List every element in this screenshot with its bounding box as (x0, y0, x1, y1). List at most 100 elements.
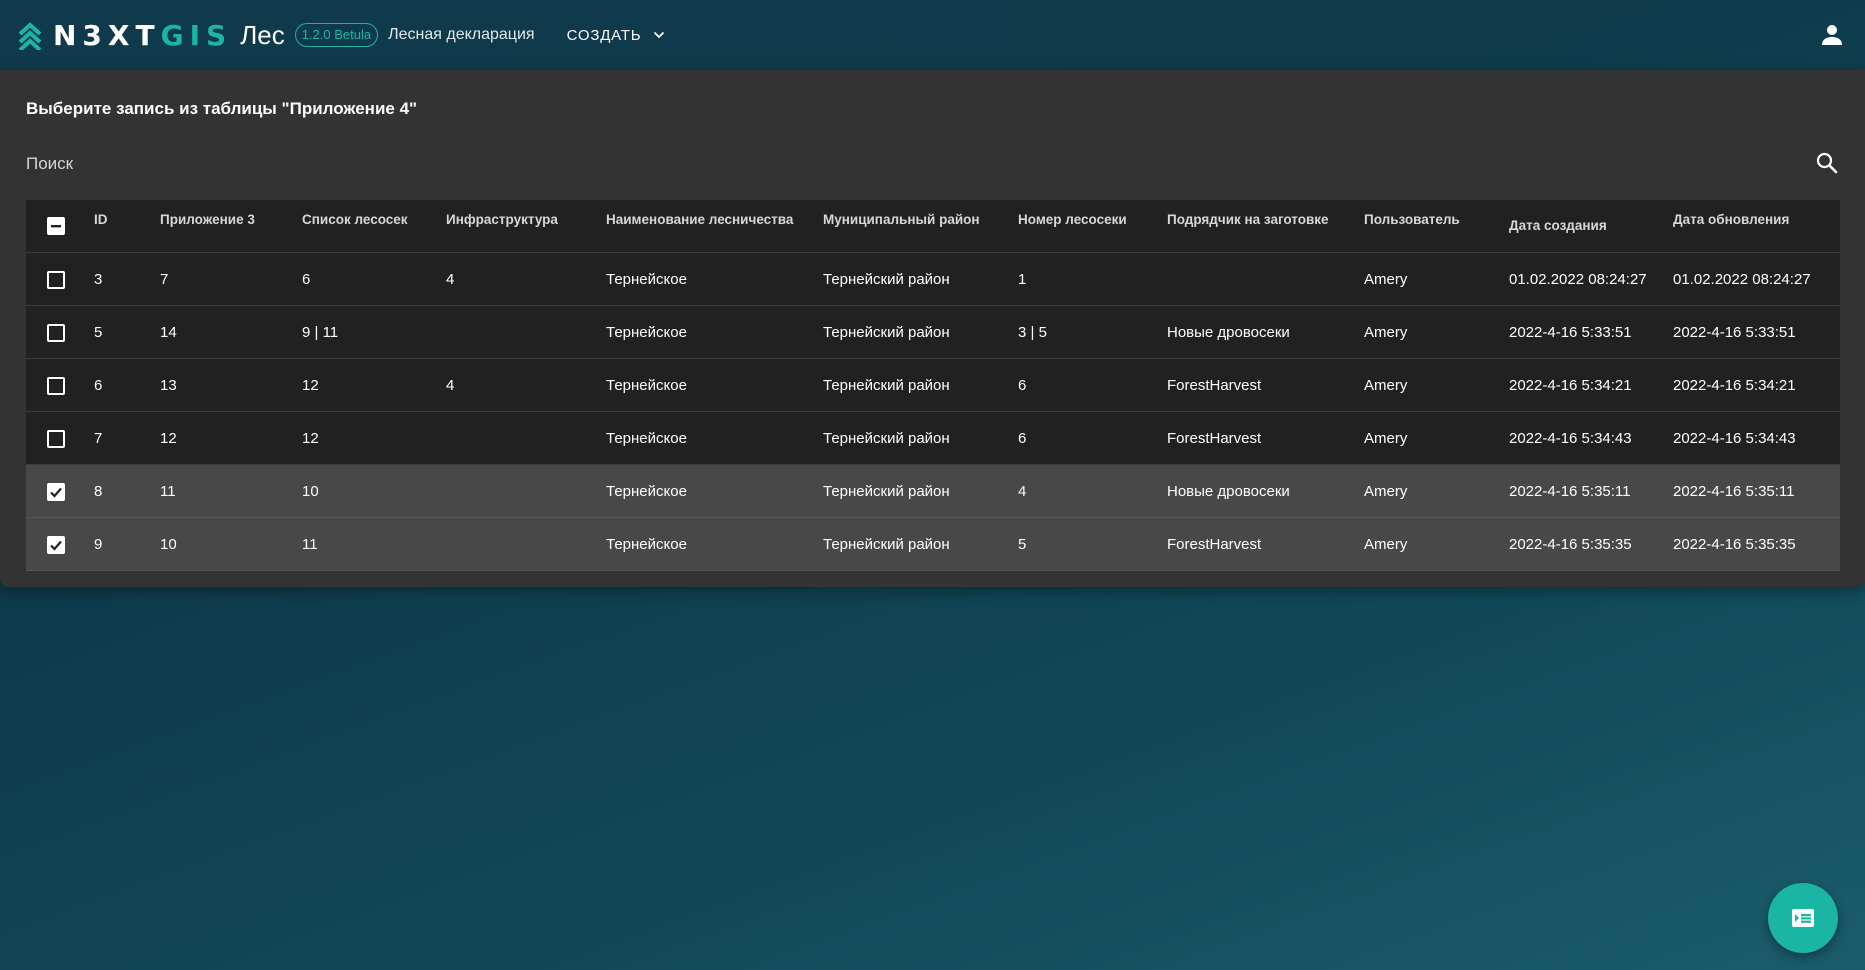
search-input[interactable] (26, 142, 1806, 186)
cell-forestry: Тернейское (598, 305, 815, 359)
cell-app3: 13 (152, 358, 294, 412)
cell-contractor: ForestHarvest (1159, 517, 1356, 571)
cell-infrastructure (438, 517, 598, 571)
cell-contractor: ForestHarvest (1159, 358, 1356, 412)
cell-plot-number: 6 (1010, 411, 1159, 465)
cell-updated: 2022-4-16 5:33:51 (1665, 305, 1840, 359)
nextgis-logo-icon (18, 22, 42, 50)
cell-created: 01.02.2022 08:24:27 (1501, 252, 1665, 306)
row-select-cell (26, 305, 86, 359)
table-header-row: ID Приложение 3 Список лесосек Инфрастру… (26, 200, 1840, 253)
select-record-fab[interactable] (1768, 883, 1838, 953)
check-icon (50, 540, 62, 551)
logo[interactable]: N3XTGIS (17, 0, 232, 70)
table-row[interactable]: 3 7 6 4 Тернейское Тернейский район 1 Amery 01.0… (26, 252, 1840, 306)
chevron-down-icon (654, 31, 665, 39)
version-badge: 1.2.0 Betula (294, 23, 379, 47)
column-header-plots[interactable]: Список лесосек (294, 200, 438, 253)
cell-forestry: Тернейское (598, 358, 815, 412)
cell-plots: 11 (294, 517, 438, 571)
create-menu-button[interactable]: СОЗДАТЬ (567, 27, 666, 44)
logo-wordmark: N3XTGIS (53, 19, 232, 52)
cell-district: Тернейский район (815, 517, 1010, 571)
cell-id: 3 (86, 252, 152, 306)
column-header-app3[interactable]: Приложение 3 (152, 200, 294, 253)
cell-district: Тернейский район (815, 358, 1010, 412)
cell-forestry: Тернейское (598, 252, 815, 306)
row-select-cell (26, 464, 86, 518)
cell-infrastructure: 4 (438, 252, 598, 306)
cell-user: Amery (1356, 252, 1501, 306)
column-header-created[interactable]: Дата создания (1501, 200, 1665, 253)
row-checkbox[interactable] (47, 482, 65, 501)
cell-infrastructure (438, 464, 598, 518)
cell-infrastructure (438, 411, 598, 465)
cell-id: 9 (86, 517, 152, 571)
form-select-icon (1792, 909, 1814, 927)
row-select-cell (26, 358, 86, 412)
cell-plots: 12 (294, 411, 438, 465)
row-checkbox[interactable] (47, 270, 65, 289)
table-row[interactable]: 5 14 9 | 11 Тернейское Тернейский район 3 | 5… (26, 305, 1840, 359)
column-header-user[interactable]: Пользователь (1356, 200, 1501, 253)
cell-user: Amery (1356, 464, 1501, 518)
table-row[interactable]: 6 13 12 4 Тернейское Тернейский район 6 ForestH… (26, 358, 1840, 412)
cell-forestry: Тернейское (598, 517, 815, 571)
cell-created: 2022-4-16 5:35:35 (1501, 517, 1665, 571)
record-select-panel: Выберите запись из таблицы "Приложение 4… (0, 70, 1865, 587)
cell-contractor: Новые дровосеки (1159, 305, 1356, 359)
cell-plots: 9 | 11 (294, 305, 438, 359)
cell-user: Amery (1356, 411, 1501, 465)
cell-infrastructure: 4 (438, 358, 598, 412)
cell-plots: 10 (294, 464, 438, 518)
column-header-infrastructure[interactable]: Инфраструктура (438, 200, 598, 253)
select-all-checkbox[interactable] (47, 217, 65, 236)
column-header-forestry[interactable]: Наименование лесничества (598, 200, 815, 253)
row-checkbox[interactable] (47, 429, 65, 448)
column-header-plot-number[interactable]: Номер лесосеки (1010, 200, 1159, 253)
cell-updated: 2022-4-16 5:35:11 (1665, 464, 1840, 518)
app-subtitle: Лесная декларация (388, 26, 535, 43)
cell-created: 2022-4-16 5:34:43 (1501, 411, 1665, 465)
table-row[interactable]: 8 11 10 Тернейское Тернейский район 4 Новые др… (26, 464, 1840, 518)
cell-district: Тернейский район (815, 305, 1010, 359)
table-row[interactable]: 9 10 11 Тернейское Тернейский район 5 ForestHa… (26, 517, 1840, 571)
cell-user: Amery (1356, 305, 1501, 359)
row-checkbox[interactable] (47, 323, 65, 342)
cell-id: 7 (86, 411, 152, 465)
account-icon[interactable] (1821, 24, 1843, 46)
row-select-cell (26, 252, 86, 306)
logo-word-suffix: GIS (160, 18, 233, 52)
column-header-id[interactable]: ID (86, 200, 152, 253)
cell-forestry: Тернейское (598, 411, 815, 465)
cell-app3: 12 (152, 411, 294, 465)
column-header-updated[interactable]: Дата обновления (1665, 200, 1840, 253)
check-icon (50, 487, 62, 498)
indeterminate-icon (51, 225, 61, 228)
cell-plot-number: 3 | 5 (1010, 305, 1159, 359)
cell-app3: 10 (152, 517, 294, 571)
cell-created: 2022-4-16 5:34:21 (1501, 358, 1665, 412)
cell-contractor: ForestHarvest (1159, 411, 1356, 465)
row-select-cell (26, 517, 86, 571)
column-header-district[interactable]: Муниципальный район (815, 200, 1010, 253)
cell-infrastructure (438, 305, 598, 359)
cell-district: Тернейский район (815, 411, 1010, 465)
cell-created: 2022-4-16 5:35:11 (1501, 464, 1665, 518)
cell-plot-number: 1 (1010, 252, 1159, 306)
cell-plot-number: 6 (1010, 358, 1159, 412)
row-checkbox[interactable] (47, 535, 65, 554)
row-select-cell (26, 411, 86, 465)
table-row[interactable]: 7 12 12 Тернейское Тернейский район 6 ForestHa… (26, 411, 1840, 465)
cell-plot-number: 4 (1010, 464, 1159, 518)
cell-district: Тернейский район (815, 464, 1010, 518)
cell-plot-number: 5 (1010, 517, 1159, 571)
cell-contractor (1159, 252, 1356, 306)
column-header-contractor[interactable]: Подрядчик на заготовке (1159, 200, 1356, 253)
row-checkbox[interactable] (47, 376, 65, 395)
cell-contractor: Новые дровосеки (1159, 464, 1356, 518)
records-table: ID Приложение 3 Список лесосек Инфрастру… (26, 200, 1840, 571)
cell-plots: 6 (294, 252, 438, 306)
cell-id: 5 (86, 305, 152, 359)
search-icon[interactable] (1816, 152, 1838, 174)
